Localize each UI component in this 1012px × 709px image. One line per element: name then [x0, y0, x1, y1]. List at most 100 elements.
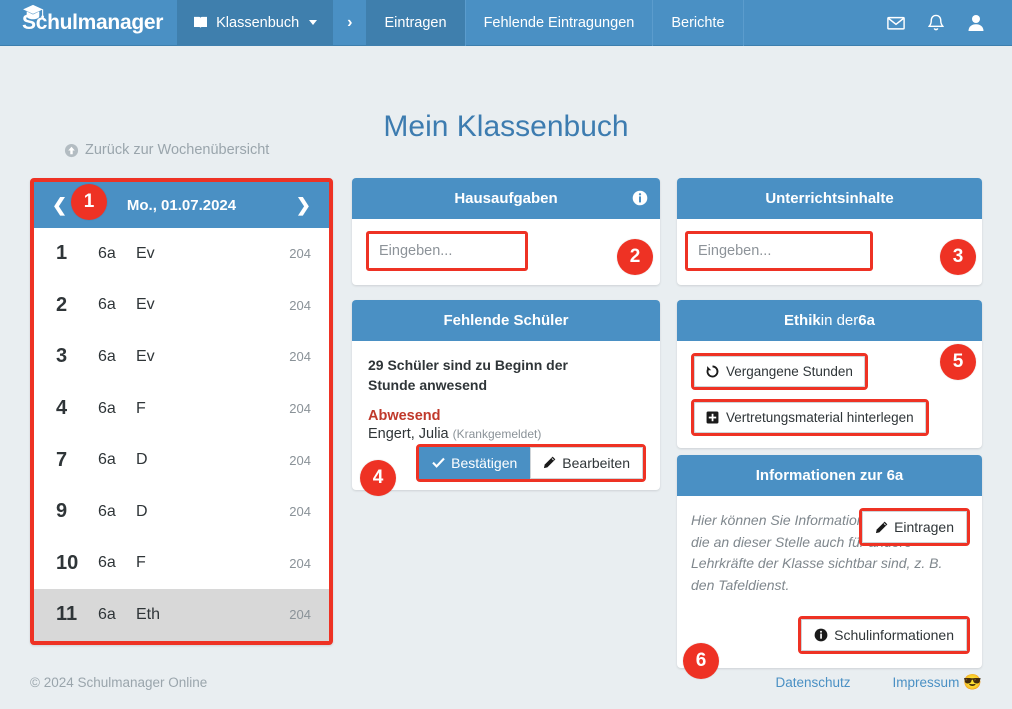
absent-heading: Abwesend	[368, 407, 441, 424]
tab-berichte-label: Berichte	[671, 14, 725, 31]
pencil-icon	[544, 456, 556, 469]
card-unterrichtsinhalte: Unterrichtsinhalte Eingeben...	[677, 178, 982, 285]
card-hausaufgaben-header: Hausaufgaben	[352, 178, 660, 219]
lesson-number: 2	[56, 293, 68, 316]
envelope-icon[interactable]	[887, 14, 905, 32]
page-footer: © 2024 Schulmanager Online Datenschutz I…	[0, 655, 1012, 709]
lesson-class: 6a	[98, 502, 116, 520]
previous-day-button[interactable]: ❮	[52, 196, 67, 214]
footer-copyright: © 2024 Schulmanager Online	[30, 674, 208, 690]
next-day-button[interactable]: ❯	[296, 196, 311, 214]
lesson-class: 6a	[98, 451, 116, 469]
lesson-number: 11	[56, 603, 78, 626]
footer-link-impressum[interactable]: Impressum	[893, 675, 960, 690]
absent-student: Engert, Julia (Krankgemeldet)	[368, 426, 644, 442]
user-menu[interactable]	[967, 14, 990, 32]
card-hausaufgaben-body: Eingeben...	[352, 219, 660, 285]
lesson-room: 204	[289, 246, 311, 262]
vergangene-stunden-wrapper: Vergangene Stunden	[691, 353, 868, 390]
lesson-row[interactable]: 10 6a F 204	[34, 538, 329, 590]
bell-icon[interactable]	[927, 14, 945, 32]
lesson-class: 6a	[98, 296, 116, 314]
lesson-row[interactable]: 11 6a Eth 204	[34, 589, 329, 641]
card-unterrichtsinhalte-body: Eingeben...	[677, 219, 982, 285]
brand-logo[interactable]: Schulmanager	[0, 0, 177, 46]
card-informationen: Informationen zur 6a Hier können Sie Inf…	[677, 455, 982, 668]
info-circle-icon[interactable]	[632, 190, 648, 206]
lesson-room: 204	[289, 504, 311, 520]
lesson-class: 6a	[98, 347, 116, 365]
arrow-circle-up-icon	[64, 143, 79, 157]
bearbeiten-button[interactable]: Bearbeiten	[530, 446, 643, 479]
attendance-button-group: Bestätigen Bearbeiten	[416, 443, 646, 482]
lesson-class: 6a	[98, 399, 116, 417]
lesson-number: 1	[56, 242, 68, 265]
lesson-class: 6a	[98, 244, 116, 262]
annotation-badge-1: 1	[71, 184, 107, 220]
lesson-row[interactable]: 7 6a D 204	[34, 434, 329, 486]
eintragen-button[interactable]: Eintragen	[862, 511, 967, 543]
annotation-badge-6: 6	[683, 643, 719, 679]
vergangene-stunden-button[interactable]: Vergangene Stunden	[694, 356, 865, 387]
bearbeiten-label: Bearbeiten	[562, 454, 630, 471]
card-informationen-header: Informationen zur 6a	[677, 455, 982, 496]
card-fehlende-schueler-body: 29 Schüler sind zu Beginn der Stunde anw…	[352, 341, 660, 490]
bestaetigen-button[interactable]: Bestätigen	[419, 446, 531, 479]
hausaufgaben-input[interactable]: Eingeben...	[366, 231, 528, 271]
lesson-list-panel: ❮ Mo., 01.07.2024 ❯ 1 6a Ev 204 2 6a Ev 204 3 6a E…	[30, 178, 333, 645]
card-ethik-body: Vergangene Stunden Vertretungsmaterial h…	[677, 341, 982, 448]
tab-fehlende-eintragungen[interactable]: Fehlende Eintragungen	[466, 0, 654, 46]
user-icon	[968, 14, 984, 31]
lesson-row[interactable]: 4 6a F 204	[34, 383, 329, 435]
vertretungsmaterial-wrapper: Vertretungsmaterial hinterlegen	[691, 399, 929, 436]
bestaetigen-label: Bestätigen	[451, 454, 518, 471]
lesson-row[interactable]: 2 6a Ev 204	[34, 280, 329, 332]
schulinformationen-label: Schulinformationen	[834, 627, 954, 643]
lesson-subject: Ev	[136, 244, 155, 262]
history-icon	[706, 365, 719, 378]
tab-eintragen[interactable]: Eintragen	[366, 0, 466, 46]
lesson-row[interactable]: 1 6a Ev 204	[34, 228, 329, 280]
info-circle-icon	[814, 628, 828, 642]
absent-student-name: Engert, Julia	[368, 425, 449, 442]
annotation-badge-2: 2	[617, 239, 653, 275]
module-selector-klassenbuch[interactable]: Klassenbuch	[177, 0, 334, 46]
attendance-summary: 29 Schüler sind zu Beginn der Stunde anw…	[368, 357, 568, 394]
page-title: Mein Klassenbuch	[383, 110, 629, 143]
lesson-class: 6a	[98, 554, 116, 572]
lesson-room: 204	[289, 607, 311, 623]
pencil-icon	[875, 521, 888, 533]
hausaufgaben-input-placeholder: Eingeben...	[379, 243, 453, 259]
card-fehlende-schueler-title: Fehlende Schüler	[443, 312, 569, 329]
card-informationen-title: Informationen zur 6a	[755, 467, 904, 484]
plus-square-icon	[706, 411, 719, 424]
lesson-room: 204	[289, 555, 311, 571]
lesson-class: 6a	[98, 605, 116, 623]
annotation-badge-4: 4	[360, 460, 396, 496]
lesson-subject: F	[136, 399, 146, 417]
tab-berichte[interactable]: Berichte	[653, 0, 744, 46]
vertretungsmaterial-label: Vertretungsmaterial hinterlegen	[726, 410, 914, 425]
top-navbar: Schulmanager Klassenbuch › Eintragen Feh…	[0, 0, 1012, 46]
card-fehlende-schueler-header: Fehlende Schüler	[352, 300, 660, 341]
annotation-badge-3: 3	[940, 239, 976, 275]
lesson-row[interactable]: 3 6a Ev 204	[34, 331, 329, 383]
lesson-rows: 1 6a Ev 204 2 6a Ev 204 3 6a Ev 204 4 6a F 204 7 6a D 204 9 6…	[34, 228, 329, 641]
lesson-row[interactable]: 9 6a D 204	[34, 486, 329, 538]
lesson-subject: D	[136, 502, 148, 520]
schulinformationen-button[interactable]: Schulinformationen	[801, 619, 967, 651]
lesson-subject: Ev	[136, 296, 155, 314]
footer-link-datenschutz[interactable]: Datenschutz	[776, 675, 851, 690]
lesson-number: 7	[56, 448, 68, 471]
back-to-week-overview-link[interactable]: Zurück zur Wochenübersicht	[64, 142, 269, 158]
lesson-room: 204	[289, 401, 311, 417]
lesson-number: 10	[56, 551, 79, 574]
lesson-number: 4	[56, 397, 68, 420]
unterrichtsinhalte-input[interactable]: Eingeben...	[685, 231, 873, 271]
unterrichtsinhalte-input-placeholder: Eingeben...	[698, 243, 772, 259]
card-unterrichtsinhalte-header: Unterrichtsinhalte	[677, 178, 982, 219]
navbar-actions	[887, 14, 1012, 32]
schulinformationen-wrapper: Schulinformationen	[798, 616, 970, 654]
lesson-subject: F	[136, 554, 146, 572]
vertretungsmaterial-button[interactable]: Vertretungsmaterial hinterlegen	[694, 402, 926, 433]
